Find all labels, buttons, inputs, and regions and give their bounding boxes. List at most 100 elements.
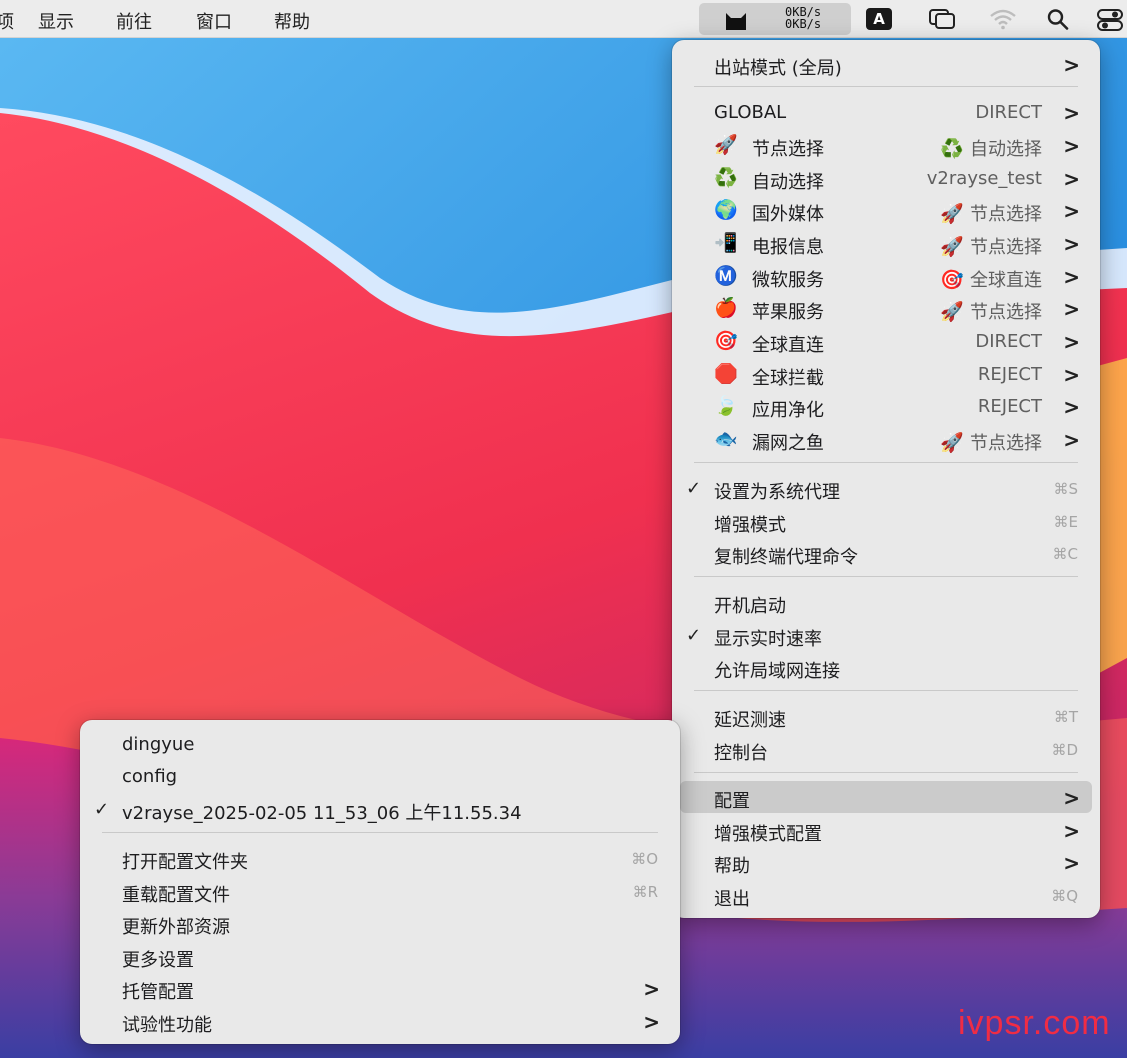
chevron-right-icon: > [1063, 134, 1080, 158]
proxy-group-value: DIRECT [975, 331, 1042, 352]
set-system-proxy-item[interactable]: ✓ 设置为系统代理 ⌘S [680, 472, 1092, 504]
proxy-group-global-block[interactable]: 🛑 全球拦截 REJECT > [680, 358, 1092, 390]
clashx-status-item[interactable]: 0KB/s 0KB/s [699, 3, 851, 35]
open-config-folder-item[interactable]: 打开配置文件夹 ⌘O [88, 842, 672, 874]
globe-icon: 🌍 [714, 199, 738, 221]
fish-icon: 🐟 [714, 428, 738, 450]
chevron-right-icon: > [1063, 101, 1080, 125]
experimental-features-item[interactable]: 试验性功能 > [88, 1005, 672, 1037]
proxy-group-value: 🚀 节点选择 [940, 301, 1042, 323]
clashx-main-menu: 出站模式 (全局) > GLOBAL DIRECT > 🚀 节点选择 ♻️ 自动选… [672, 40, 1100, 918]
dashboard-item[interactable]: 控制台 ⌘D [680, 733, 1092, 765]
profile-item-v2rayse[interactable]: ✓ v2rayse_2025-02-05 11_53_06 上午11.55.34 [88, 793, 672, 825]
reload-config-label: 重载配置文件 [122, 885, 230, 906]
input-method-indicator[interactable]: A [866, 8, 892, 30]
launch-at-login-label: 开机启动 [714, 596, 786, 617]
enhanced-mode-label: 增强模式 [714, 515, 786, 536]
proxy-group-label: 国外媒体 [752, 204, 824, 225]
download-speed: 0KB/s [785, 17, 822, 31]
shortcut-label: ⌘Q [1051, 887, 1078, 905]
proxy-group-value: REJECT [977, 364, 1042, 385]
proxy-group-telegram[interactable]: 📲 电报信息 🚀 节点选择 > [680, 227, 1092, 259]
managed-config-item[interactable]: 托管配置 > [88, 972, 672, 1004]
recycle-icon: ♻️ [940, 138, 964, 160]
open-config-folder-label: 打开配置文件夹 [122, 852, 248, 873]
reload-config-item[interactable]: 重载配置文件 ⌘R [88, 875, 672, 907]
window-switcher-icon[interactable] [928, 8, 956, 30]
proxy-group-value: 🚀 节点选择 [940, 236, 1042, 258]
profile-item-config[interactable]: config [88, 760, 672, 792]
chevron-right-icon: > [1063, 851, 1080, 875]
rocket-icon: 🚀 [940, 236, 964, 258]
control-center-icon[interactable] [1096, 8, 1124, 32]
copy-terminal-proxy-label: 复制终端代理命令 [714, 547, 858, 568]
launch-at-login-item[interactable]: 开机启动 [680, 586, 1092, 618]
wifi-icon[interactable] [988, 8, 1018, 30]
menubar-item-go[interactable]: 前往 [116, 8, 152, 34]
proxy-group-auto-select[interactable]: ♻️ 自动选择 v2rayse_test > [680, 162, 1092, 194]
checkmark-icon: ✓ [94, 799, 110, 820]
chevron-right-icon: > [643, 1010, 660, 1034]
chevron-right-icon: > [1063, 428, 1080, 452]
show-speed-item[interactable]: ✓ 显示实时速率 [680, 619, 1092, 651]
proxy-group-foreign-media[interactable]: 🌍 国外媒体 🚀 节点选择 > [680, 194, 1092, 226]
enhanced-config-item[interactable]: 增强模式配置 > [680, 814, 1092, 846]
quit-item[interactable]: 退出 ⌘Q [680, 879, 1092, 911]
shortcut-label: ⌘R [632, 883, 658, 901]
latency-test-item[interactable]: 延迟测速 ⌘T [680, 700, 1092, 732]
m-circle-icon: Ⓜ️ [714, 265, 738, 287]
proxy-group-label: 自动选择 [752, 172, 824, 193]
config-item[interactable]: 配置 > [680, 781, 1092, 813]
menubar-item-view[interactable]: 显示 [38, 8, 74, 34]
help-item[interactable]: 帮助 > [680, 846, 1092, 878]
proxy-group-microsoft[interactable]: Ⓜ️ 微软服务 🎯 全球直连 > [680, 260, 1092, 292]
rocket-icon: 🚀 [940, 301, 964, 323]
enhanced-config-label: 增强模式配置 [714, 824, 822, 845]
proxy-group-label: 苹果服务 [752, 302, 824, 323]
proxy-group-final[interactable]: 🐟 漏网之鱼 🚀 节点选择 > [680, 423, 1092, 455]
proxy-group-label: 全球拦截 [752, 368, 824, 389]
proxy-group-node-select[interactable]: 🚀 节点选择 ♻️ 自动选择 > [680, 129, 1092, 161]
more-settings-item[interactable]: 更多设置 [88, 940, 672, 972]
proxy-group-value: 🚀 节点选择 [940, 203, 1042, 225]
chevron-right-icon: > [1063, 265, 1080, 289]
cat-icon [726, 13, 746, 30]
proxy-group-global[interactable]: GLOBAL DIRECT > [680, 96, 1092, 128]
chevron-right-icon: > [1063, 395, 1080, 419]
menubar-item-help[interactable]: 帮助 [274, 8, 310, 34]
profile-label: v2rayse_2025-02-05 11_53_06 上午11.55.34 [122, 803, 522, 824]
allow-lan-item[interactable]: 允许局域网连接 [680, 651, 1092, 683]
proxy-group-label: 漏网之鱼 [752, 433, 824, 454]
menu-separator [694, 690, 1078, 691]
apple-icon: 🍎 [714, 297, 738, 319]
proxy-group-value: 🎯 全球直连 [940, 269, 1042, 291]
experimental-features-label: 试验性功能 [122, 1015, 212, 1036]
profile-item-dingyue[interactable]: dingyue [88, 728, 672, 760]
proxy-group-apple[interactable]: 🍎 苹果服务 🚀 节点选择 > [680, 292, 1092, 324]
shortcut-label: ⌘E [1053, 513, 1078, 531]
outbound-mode-item[interactable]: 出站模式 (全局) > [680, 48, 1092, 80]
proxy-group-label: 微软服务 [752, 270, 824, 291]
target-icon: 🎯 [940, 269, 964, 291]
stop-icon: 🛑 [714, 363, 738, 385]
help-label: 帮助 [714, 856, 750, 877]
latency-test-label: 延迟测速 [714, 710, 786, 731]
update-external-resources-item[interactable]: 更新外部资源 [88, 907, 672, 939]
leaf-icon: 🍃 [714, 395, 738, 417]
shortcut-label: ⌘T [1053, 708, 1078, 726]
proxy-group-value: DIRECT [975, 102, 1042, 123]
shortcut-label: ⌘S [1053, 480, 1078, 498]
set-system-proxy-label: 设置为系统代理 [714, 482, 840, 503]
enhanced-mode-item[interactable]: 增强模式 ⌘E [680, 505, 1092, 537]
copy-terminal-proxy-item[interactable]: 复制终端代理命令 ⌘C [680, 537, 1092, 569]
search-icon[interactable] [1046, 8, 1070, 30]
rocket-icon: 🚀 [940, 203, 964, 225]
proxy-group-global-direct[interactable]: 🎯 全球直连 DIRECT > [680, 325, 1092, 357]
profile-label: config [122, 766, 178, 787]
menubar-item-partial[interactable]: 项 [0, 8, 14, 34]
proxy-group-label: 全球直连 [752, 335, 824, 356]
menubar-item-window[interactable]: 窗口 [196, 8, 232, 34]
menu-separator [102, 832, 658, 833]
proxy-group-app-purify[interactable]: 🍃 应用净化 REJECT > [680, 390, 1092, 422]
update-external-resources-label: 更新外部资源 [122, 917, 230, 938]
